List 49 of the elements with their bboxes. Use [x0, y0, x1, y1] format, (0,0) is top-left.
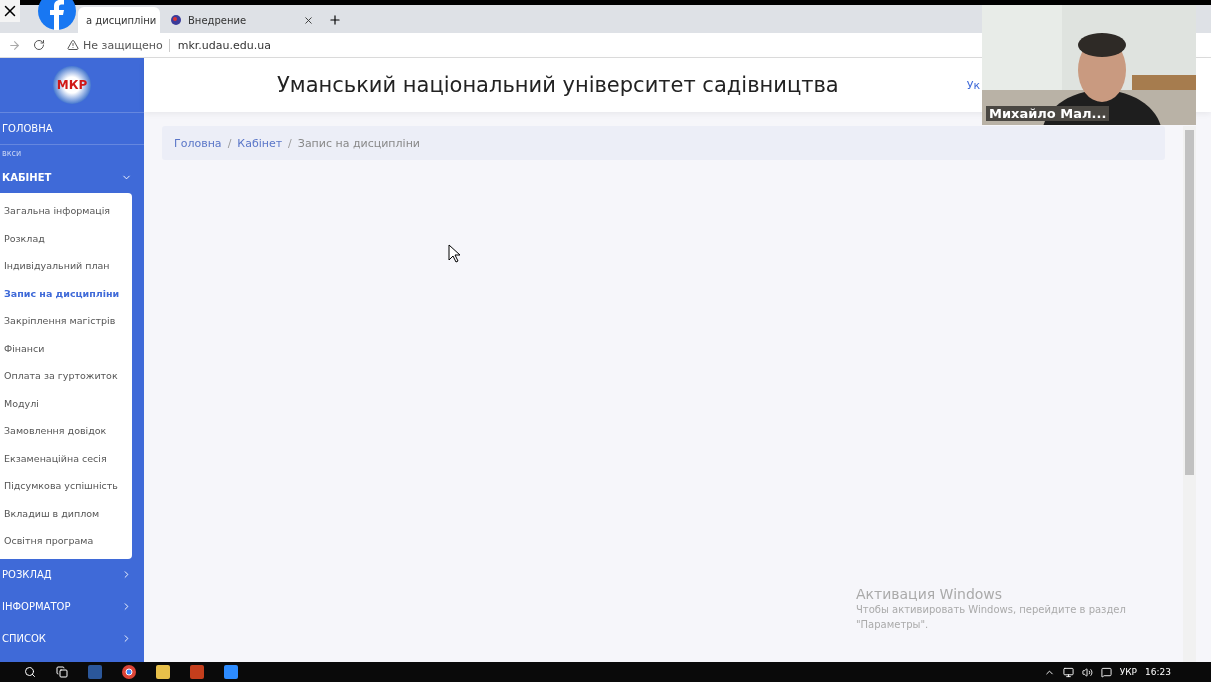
browser-tab[interactable]: Внедрение [162, 7, 322, 33]
breadcrumb-item[interactable]: Головна [174, 136, 222, 150]
submenu-item[interactable]: Оплата за гуртожиток [0, 362, 132, 390]
clock[interactable]: 16:23 [1145, 667, 1171, 677]
activation-text: Чтобы активировать Windows, перейдите в раздел "Параметры". [856, 603, 1127, 632]
search-icon[interactable] [24, 666, 36, 678]
breadcrumb-separator: / [288, 136, 292, 150]
browser-app-icon[interactable] [122, 665, 136, 679]
sidebar-caption: вкси [1, 147, 23, 160]
submenu-item[interactable]: Замовлення довідок [0, 417, 132, 445]
sidebar-item[interactable]: СПИСОК [0, 622, 144, 655]
breadcrumb-item[interactable]: Кабінет [237, 136, 283, 150]
submenu-item[interactable]: Розклад [0, 224, 132, 252]
cursor-icon [448, 244, 461, 263]
breadcrumb-separator: / [227, 136, 232, 150]
close-icon[interactable] [303, 14, 314, 26]
submenu-item[interactable]: Підсумкова успішність [0, 472, 132, 500]
security-label: Не защищено [83, 38, 163, 52]
task-view-icon[interactable] [56, 666, 68, 678]
reload-icon[interactable] [33, 39, 45, 51]
scrollbar[interactable] [1183, 126, 1196, 662]
submenu-item[interactable]: Загальна інформація [0, 197, 132, 225]
volume-icon[interactable] [1081, 666, 1093, 678]
warning-icon [67, 39, 79, 51]
new-tab-icon[interactable] [328, 13, 342, 27]
submenu-item[interactable]: Модулі [0, 389, 132, 417]
social-logo-icon[interactable] [38, 0, 76, 30]
language-link[interactable]: Ук [966, 78, 981, 92]
submenu-item[interactable]: Закріплення магістрів [0, 307, 132, 335]
submenu-item[interactable]: Вкладиш в диплом [0, 499, 132, 527]
browser-tab[interactable]: а дисципліни [78, 7, 160, 33]
breadcrumb-item: Запис на дисципліни [297, 136, 420, 150]
globe-icon [170, 14, 182, 26]
submenu-item[interactable]: Індивідуальний план [0, 252, 132, 280]
sidebar-item[interactable]: КАБІНЕТ [0, 161, 144, 193]
submenu-item[interactable]: Фінанси [0, 334, 132, 362]
close-button[interactable] [0, 0, 20, 22]
logo[interactable]: МКР [53, 66, 91, 104]
participant-name: Михайло Мал... [986, 106, 1110, 121]
keyboard-language[interactable]: УКР [1119, 667, 1138, 677]
page-title: Уманський національний університет садівництва [277, 73, 839, 97]
sidebar-item[interactable]: РОЗКЛАД [0, 558, 144, 591]
submenu-item[interactable]: Запис на дисципліни [0, 279, 132, 307]
submenu-item[interactable]: Екзаменаційна сесія [0, 444, 132, 472]
activation-title: Активация Windows [856, 586, 1004, 602]
submenu-item[interactable]: Освітня програма [0, 527, 132, 555]
address-field[interactable]: mkr.udau.edu.ua [168, 38, 271, 52]
notification-icon[interactable] [1100, 666, 1112, 678]
sidebar-item[interactable]: ІНФОРМАТОР [0, 590, 144, 623]
